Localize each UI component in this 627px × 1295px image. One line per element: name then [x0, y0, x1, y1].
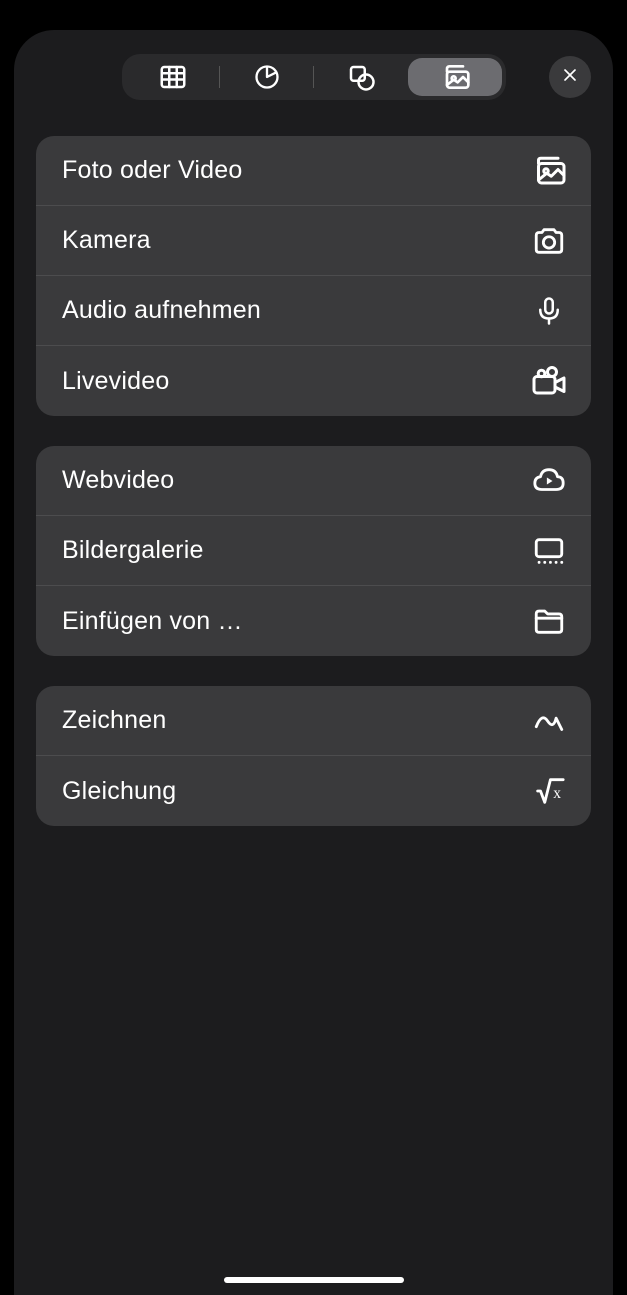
media-group-capture: Foto oder Video Kamera Audio aufnehmen [36, 136, 591, 416]
row-equation[interactable]: Gleichung x [36, 756, 591, 826]
row-label: Livevideo [62, 367, 169, 396]
row-label: Gleichung [62, 777, 176, 806]
row-audio[interactable]: Audio aufnehmen [36, 276, 591, 346]
row-draw[interactable]: Zeichnen [36, 686, 591, 756]
close-button[interactable] [549, 56, 591, 98]
chart-icon [247, 57, 287, 97]
scribble-icon [529, 701, 569, 741]
folder-icon [529, 601, 569, 641]
microphone-icon [529, 291, 569, 331]
row-label: Einfügen von … [62, 607, 243, 636]
cloud-play-icon [529, 461, 569, 501]
media-group-insert: Webvideo Bildergalerie [36, 446, 591, 656]
shape-icon [341, 57, 381, 97]
row-livevideo[interactable]: Livevideo [36, 346, 591, 416]
insert-tabbar [122, 54, 506, 100]
tab-table[interactable] [126, 58, 220, 96]
tab-shape[interactable] [314, 58, 408, 96]
row-label: Foto oder Video [62, 156, 242, 185]
row-label: Kamera [62, 226, 151, 255]
svg-text:x: x [553, 785, 561, 802]
tabbar-row [14, 48, 613, 106]
table-icon [153, 57, 193, 97]
row-insert-from[interactable]: Einfügen von … [36, 586, 591, 656]
videocamera-icon [529, 361, 569, 401]
tab-media[interactable] [408, 58, 502, 96]
row-webvideo[interactable]: Webvideo [36, 446, 591, 516]
row-camera[interactable]: Kamera [36, 206, 591, 276]
media-group-create: Zeichnen Gleichung x [36, 686, 591, 826]
camera-icon [529, 221, 569, 261]
gallery-icon [529, 531, 569, 571]
home-indicator[interactable] [224, 1277, 404, 1283]
tab-chart[interactable] [220, 58, 314, 96]
row-label: Webvideo [62, 466, 174, 495]
row-photo-video[interactable]: Foto oder Video [36, 136, 591, 206]
row-label: Zeichnen [62, 706, 166, 735]
insert-sheet: Foto oder Video Kamera Audio aufnehmen [14, 30, 613, 1295]
photo-icon [529, 151, 569, 191]
close-icon [560, 65, 580, 90]
media-icon [435, 57, 475, 97]
row-label: Audio aufnehmen [62, 296, 261, 325]
row-gallery[interactable]: Bildergalerie [36, 516, 591, 586]
equation-icon: x [529, 771, 569, 811]
row-label: Bildergalerie [62, 536, 204, 565]
